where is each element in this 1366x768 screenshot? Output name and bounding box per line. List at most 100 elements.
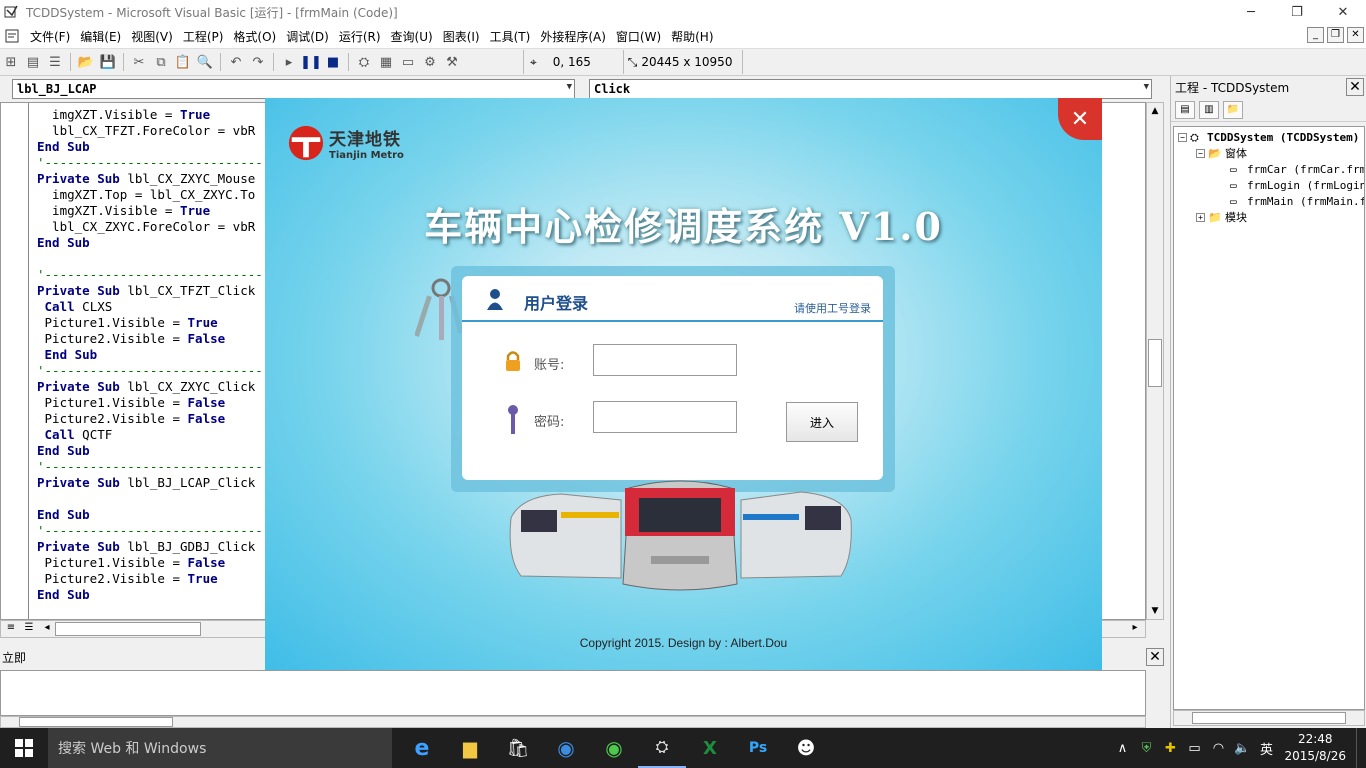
- tree-form-item[interactable]: ▭ frmCar (frmCar.frm): [1230, 161, 1364, 177]
- menu-help[interactable]: 帮助(H): [667, 28, 717, 45]
- immediate-horizontal-scrollbar[interactable]: [0, 716, 1146, 728]
- chevron-down-icon[interactable]: ▼: [567, 82, 572, 92]
- full-module-view-icon[interactable]: ☰: [21, 622, 37, 636]
- security-icon[interactable]: ⛨: [1134, 741, 1158, 756]
- code-line[interactable]: Picture2.Visible = True: [37, 571, 263, 587]
- mdi-restore-button[interactable]: ❐: [1327, 27, 1344, 43]
- photoshop-icon[interactable]: Ps: [734, 728, 782, 768]
- menu-diagram[interactable]: 图表(I): [439, 28, 484, 45]
- mdi-minimize-button[interactable]: _: [1307, 27, 1324, 43]
- minimize-button[interactable]: ─: [1228, 0, 1274, 24]
- scroll-down-icon[interactable]: ▼: [1147, 603, 1163, 619]
- immediate-input[interactable]: [0, 670, 1146, 716]
- find-icon[interactable]: 🔍: [194, 51, 216, 73]
- code-line[interactable]: End Sub: [37, 347, 263, 363]
- menu-format[interactable]: 格式(O): [229, 28, 280, 45]
- project-horizontal-scrollbar[interactable]: [1173, 710, 1365, 726]
- code-line[interactable]: Picture2.Visible = False: [37, 411, 263, 427]
- toggle-folders-icon[interactable]: 📁: [1223, 100, 1243, 119]
- tree-form-item[interactable]: ▭ frmLogin (frmLogin.frm): [1230, 177, 1364, 193]
- menu-view[interactable]: 视图(V): [127, 28, 177, 45]
- properties-window-icon[interactable]: ▦: [375, 51, 397, 73]
- save-project-icon[interactable]: 💾: [97, 51, 119, 73]
- code-line[interactable]: Private Sub lbl_BJ_LCAP_Click: [37, 475, 263, 491]
- password-input[interactable]: [593, 401, 737, 433]
- code-line[interactable]: [37, 491, 263, 507]
- open-project-icon[interactable]: 📂: [75, 51, 97, 73]
- procedure-combo[interactable]: Click ▼: [589, 79, 1152, 99]
- toolbox-icon[interactable]: ⚒: [441, 51, 463, 73]
- login-close-button[interactable]: ✕: [1058, 98, 1102, 140]
- tree-forms-folder[interactable]: − 📂 窗体: [1196, 145, 1247, 161]
- battery-icon[interactable]: ▭: [1182, 741, 1206, 756]
- code-line[interactable]: Call CLXS: [37, 299, 263, 315]
- code-line[interactable]: Picture1.Visible = False: [37, 555, 263, 571]
- menu-editor-icon[interactable]: ☰: [44, 51, 66, 73]
- scroll-thumb[interactable]: [19, 717, 173, 727]
- code-line[interactable]: Private Sub lbl_CX_TFZT_Click: [37, 283, 263, 299]
- code-line[interactable]: Call QCTF: [37, 427, 263, 443]
- form-layout-icon[interactable]: ▭: [397, 51, 419, 73]
- scroll-thumb[interactable]: [1148, 339, 1162, 387]
- restore-button[interactable]: ❐: [1274, 0, 1320, 24]
- view-code-icon[interactable]: ▤: [1175, 100, 1195, 119]
- project-close-button[interactable]: ✕: [1346, 78, 1364, 96]
- cut-icon[interactable]: ✂: [128, 51, 150, 73]
- tray-expand-icon[interactable]: ∧: [1110, 741, 1134, 756]
- code-line[interactable]: lbl_CX_TFZT.ForeColor = vbR: [37, 123, 263, 139]
- code-line[interactable]: imgXZT.Visible = True: [37, 107, 263, 123]
- start-button[interactable]: [0, 728, 48, 768]
- show-desktop-button[interactable]: [1356, 728, 1366, 768]
- code-window-icon[interactable]: [4, 28, 20, 44]
- wifi-icon[interactable]: ◠: [1206, 741, 1230, 756]
- code-line[interactable]: End Sub: [37, 235, 263, 251]
- mdi-close-button[interactable]: ✕: [1347, 27, 1364, 43]
- code-line[interactable]: '-----------------------------: [37, 459, 263, 475]
- redo-icon[interactable]: ↷: [247, 51, 269, 73]
- add-project-icon[interactable]: ⊞: [0, 51, 22, 73]
- scroll-left-icon[interactable]: ◂: [39, 622, 55, 636]
- menu-edit[interactable]: 编辑(E): [76, 28, 125, 45]
- break-icon[interactable]: ❚❚: [300, 51, 322, 73]
- scroll-thumb[interactable]: [55, 622, 201, 636]
- file-explorer-icon[interactable]: ▆: [446, 728, 494, 768]
- menu-query[interactable]: 查询(U): [387, 28, 437, 45]
- clock[interactable]: 22:48 2015/8/26: [1284, 731, 1346, 765]
- start-icon[interactable]: ▸: [278, 51, 300, 73]
- tree-modules-folder[interactable]: + 📁 模块: [1196, 209, 1247, 225]
- code-line[interactable]: End Sub: [37, 507, 263, 523]
- code-line[interactable]: '-----------------------------: [37, 267, 263, 283]
- menu-tools[interactable]: 工具(T): [486, 28, 535, 45]
- scroll-right-icon[interactable]: ▸: [1127, 622, 1143, 636]
- browser-icon[interactable]: ◉: [542, 728, 590, 768]
- procedure-view-icon[interactable]: ≡: [3, 622, 19, 636]
- plus-icon[interactable]: ✚: [1158, 741, 1182, 756]
- account-input[interactable]: [593, 344, 737, 376]
- code-line[interactable]: imgXZT.Visible = True: [37, 203, 263, 219]
- add-form-icon[interactable]: ▤: [22, 51, 44, 73]
- object-combo[interactable]: lbl_BJ_LCAP ▼: [12, 79, 575, 99]
- project-explorer-icon[interactable]: ⛭: [353, 51, 375, 73]
- paste-icon[interactable]: 📋: [172, 51, 194, 73]
- code-line[interactable]: Picture1.Visible = True: [37, 315, 263, 331]
- scroll-thumb[interactable]: [1192, 712, 1346, 724]
- end-icon[interactable]: ■: [322, 51, 344, 73]
- code-text[interactable]: imgXZT.Visible = True lbl_CX_TFZT.ForeCo…: [37, 107, 263, 603]
- code-line[interactable]: [37, 251, 263, 267]
- tree-root[interactable]: − ⛭ TCDDSystem (TCDDSystem): [1178, 129, 1359, 145]
- code-line[interactable]: End Sub: [37, 443, 263, 459]
- close-button[interactable]: ✕: [1320, 0, 1366, 24]
- edge-icon[interactable]: e: [398, 728, 446, 768]
- volume-icon[interactable]: 🔈: [1230, 741, 1254, 756]
- vb6-app-icon[interactable]: ⛭: [638, 728, 686, 768]
- green-browser-icon[interactable]: ◉: [590, 728, 638, 768]
- tree-form-item[interactable]: ▭ frmMain (frmMain.frm): [1230, 193, 1364, 209]
- code-line[interactable]: Picture1.Visible = False: [37, 395, 263, 411]
- enter-button[interactable]: 进入: [786, 402, 858, 442]
- code-line[interactable]: End Sub: [37, 139, 263, 155]
- menu-addins[interactable]: 外接程序(A): [536, 28, 610, 45]
- store-icon[interactable]: 🛍: [494, 728, 542, 768]
- chevron-down-icon[interactable]: ▼: [1144, 82, 1149, 92]
- code-vertical-scrollbar[interactable]: ▲ ▼: [1146, 102, 1164, 620]
- copy-icon[interactable]: ⧉: [150, 51, 172, 73]
